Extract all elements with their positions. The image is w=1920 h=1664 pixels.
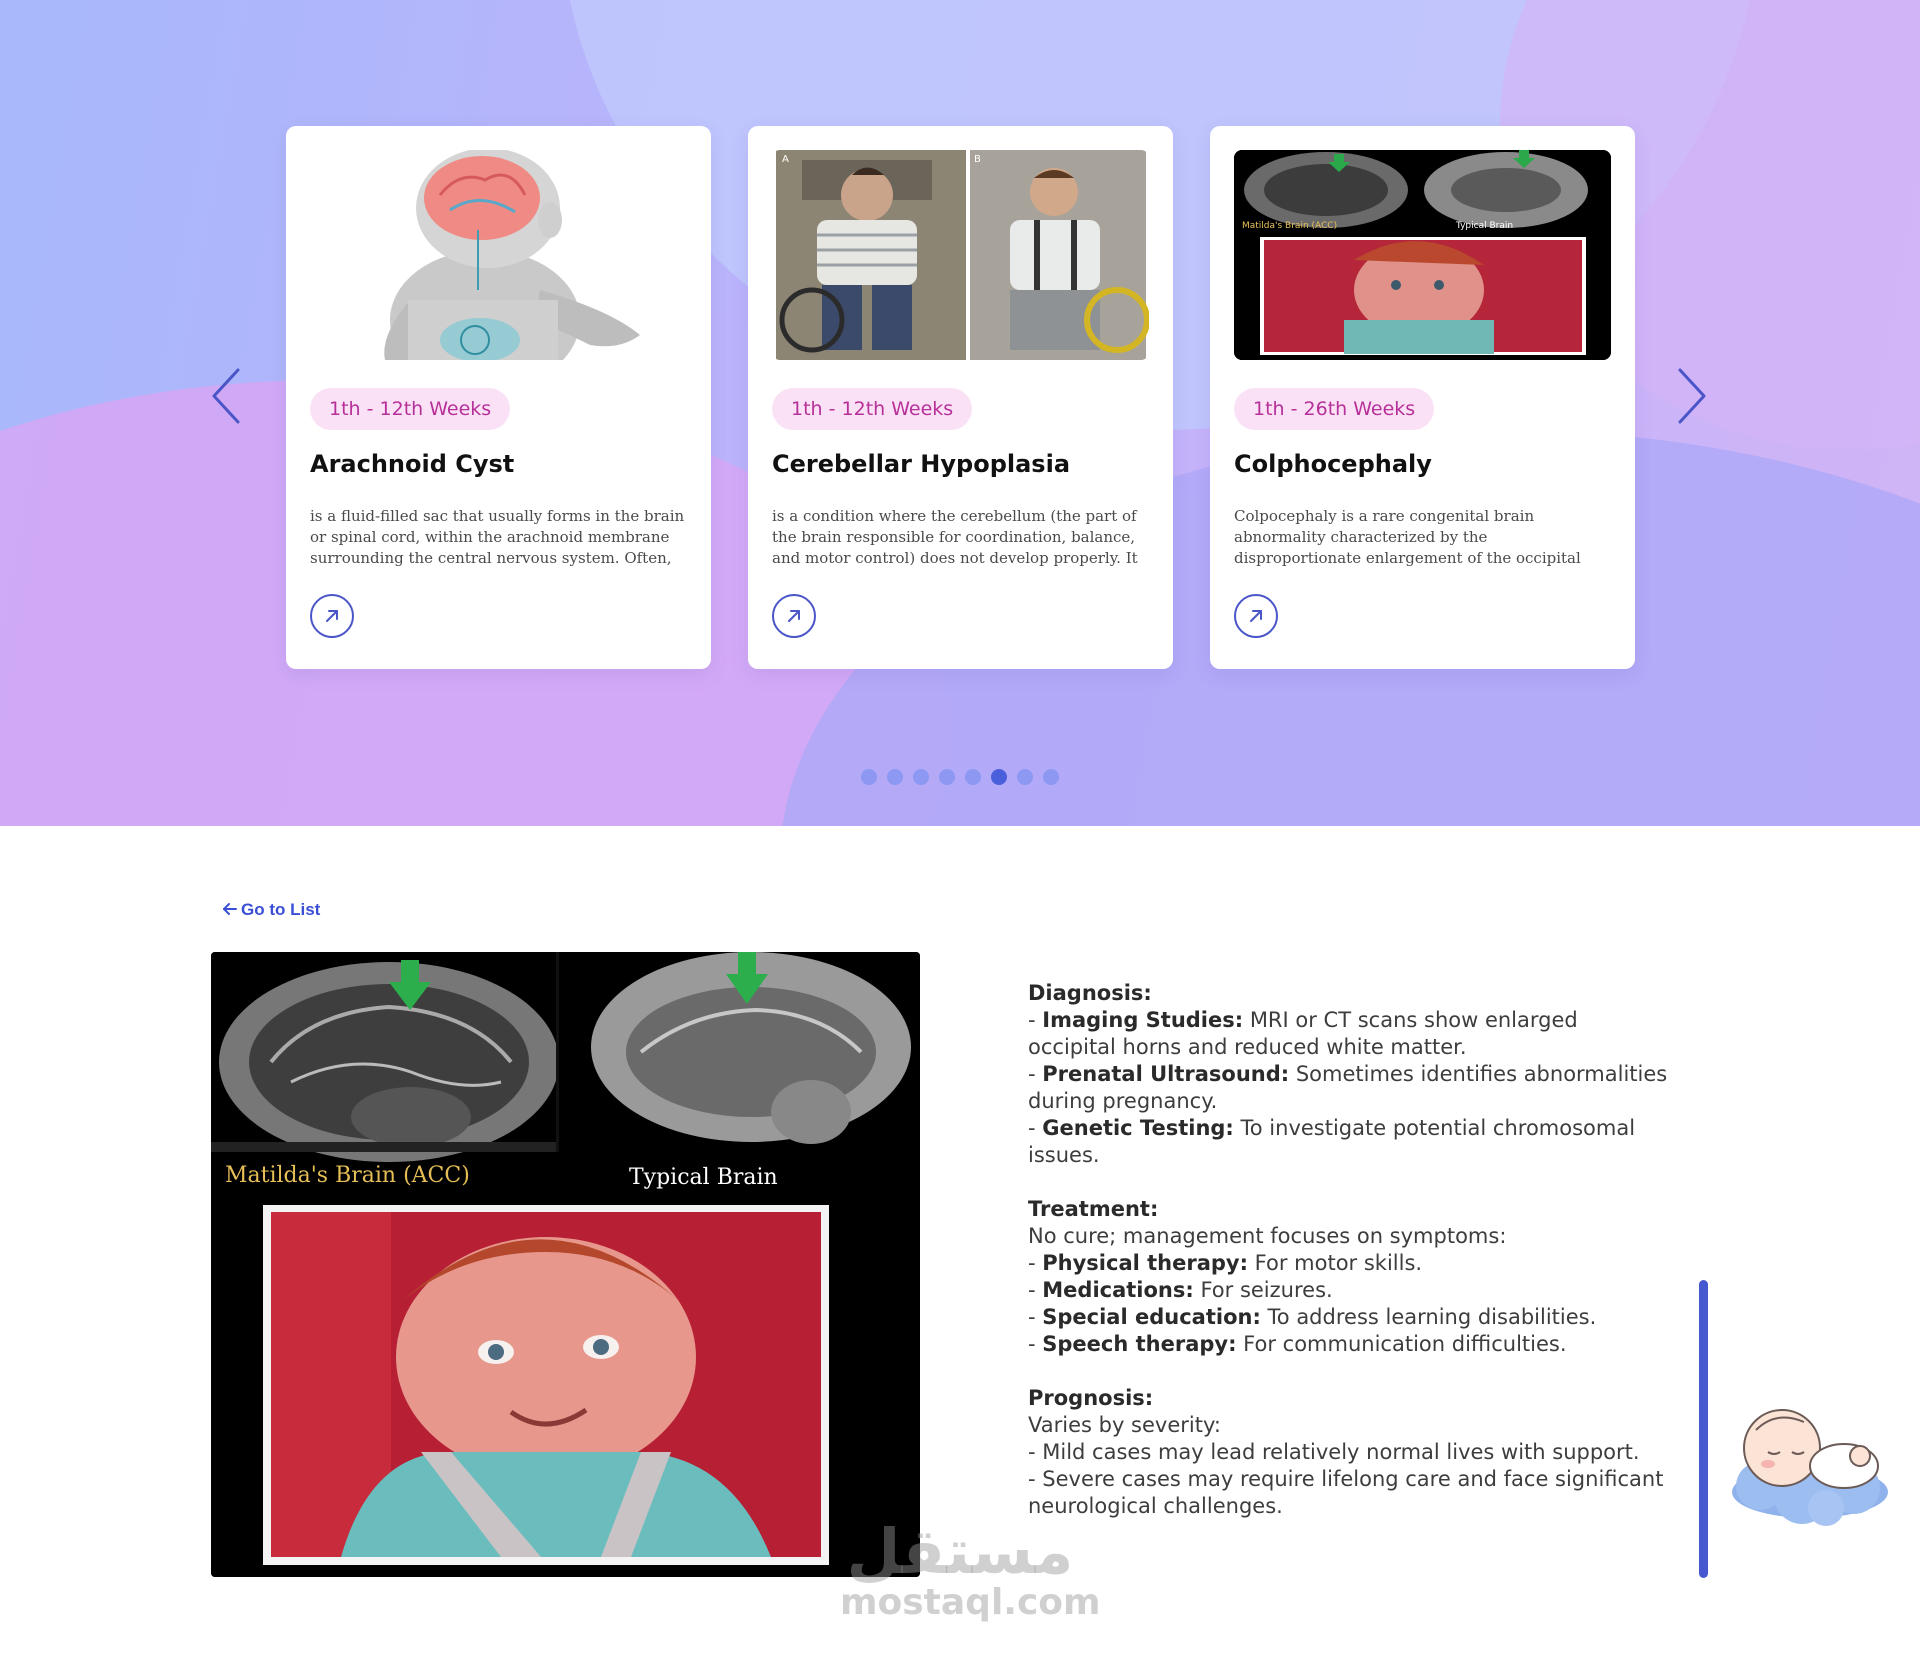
weeks-badge: 1th - 26th Weeks — [1234, 388, 1435, 430]
scan-label: Matilda's Brain (ACC) — [1242, 221, 1337, 231]
svg-text:B: B — [974, 154, 981, 165]
carousel-dot[interactable] — [991, 769, 1007, 785]
treatment-item: - Special education: To address learning… — [1028, 1305, 1597, 1329]
treatment-item: - Speech therapy: For communication diff… — [1028, 1332, 1567, 1356]
arrow-left-icon — [223, 903, 237, 915]
card-description: is a fluid-filled sac that usually forms… — [310, 507, 685, 572]
diagnosis-item: - Prenatal Ultrasound: Sometimes identif… — [1028, 1062, 1668, 1113]
treatment-item: - Physical therapy: For motor skills. — [1028, 1251, 1423, 1275]
condition-card[interactable]: 1th - 12th Weeks Arachnoid Cyst is a flu… — [286, 126, 711, 669]
carousel-dot[interactable] — [913, 769, 929, 785]
prognosis-heading: Prognosis: — [1028, 1386, 1154, 1410]
condition-card[interactable]: Matilda's Brain (ACC) Typical Brain 1th … — [1210, 126, 1635, 669]
open-card-button[interactable] — [1234, 594, 1278, 638]
treatment-intro: No cure; management focuses on symptoms: — [1028, 1224, 1507, 1248]
card-title: Cerebellar Hypoplasia — [772, 450, 1071, 478]
condition-detail-text: Diagnosis: - Imaging Studies: MRI or CT … — [1028, 980, 1668, 1547]
scrollbar-thumb[interactable] — [1699, 1280, 1708, 1578]
scan-label-left: Matilda's Brain (ACC) — [225, 1163, 470, 1188]
card-description: is a condition where the cerebellum (the… — [772, 507, 1138, 572]
card-title: Arachnoid Cyst — [310, 450, 515, 478]
diagnosis-item: - Genetic Testing: To investigate potent… — [1028, 1116, 1636, 1167]
carousel-dot[interactable] — [861, 769, 877, 785]
prognosis-item: - Severe cases may require lifelong care… — [1028, 1467, 1664, 1518]
card-image-baby-anatomy — [310, 150, 687, 360]
card-description: Colpocephaly is a rare congenital brain … — [1234, 507, 1581, 572]
diagnosis-item: - Imaging Studies: MRI or CT scans show … — [1028, 1008, 1578, 1059]
diagnosis-section: Diagnosis: - Imaging Studies: MRI or CT … — [1028, 980, 1668, 1169]
chevron-right-icon — [1678, 368, 1706, 424]
sleeping-baby-logo[interactable] — [1726, 1400, 1894, 1530]
treatment-heading: Treatment: — [1028, 1197, 1159, 1221]
chevron-left-icon — [212, 368, 240, 424]
diagnosis-heading: Diagnosis: — [1028, 981, 1152, 1005]
carousel-next-button[interactable] — [1674, 366, 1710, 426]
carousel-dot[interactable] — [939, 769, 955, 785]
carousel-dot[interactable] — [887, 769, 903, 785]
arrow-up-right-icon — [326, 610, 338, 622]
prognosis-section: Prognosis: Varies by severity: - Mild ca… — [1028, 1385, 1668, 1520]
carousel-prev-button[interactable] — [208, 366, 244, 426]
carousel-dot[interactable] — [965, 769, 981, 785]
condition-card[interactable]: A B 1th - 12th Weeks Cerebellar Hypoplas… — [748, 126, 1173, 669]
open-card-button[interactable] — [310, 594, 354, 638]
prognosis-item: - Mild cases may lead relatively normal … — [1028, 1440, 1640, 1464]
weeks-badge: 1th - 12th Weeks — [310, 388, 511, 430]
carousel-dot[interactable] — [1017, 769, 1033, 785]
carousel-dot[interactable] — [1043, 769, 1059, 785]
scan-label: Typical Brain — [1455, 221, 1513, 231]
go-to-list-link[interactable]: Go to List — [222, 900, 320, 920]
card-image-children-wheelchairs: A B — [772, 150, 1149, 360]
mostaql-watermark: مستقل mostaql.com — [840, 1515, 1101, 1623]
arrow-up-right-icon — [1250, 610, 1262, 622]
condition-detail-image: Matilda's Brain (ACC) Typical Brain — [211, 952, 920, 1577]
treatment-item: - Medications: For seizures. — [1028, 1278, 1333, 1302]
arrow-up-right-icon — [788, 610, 800, 622]
card-title: Colphocephaly — [1234, 450, 1432, 478]
prognosis-intro: Varies by severity: — [1028, 1413, 1221, 1437]
open-card-button[interactable] — [772, 594, 816, 638]
scan-label-right: Typical Brain — [629, 1165, 778, 1190]
go-to-list-label: Go to List — [241, 900, 321, 919]
card-image-brain-scan: Matilda's Brain (ACC) Typical Brain — [1234, 150, 1611, 360]
watermark-latin: mostaql.com — [840, 1582, 1101, 1623]
weeks-badge: 1th - 12th Weeks — [772, 388, 973, 430]
watermark-arabic: مستقل — [846, 1515, 1074, 1588]
hero-carousel-section: 1th - 12th Weeks Arachnoid Cyst is a flu… — [0, 0, 1920, 826]
svg-text:A: A — [782, 154, 789, 165]
treatment-section: Treatment: No cure; management focuses o… — [1028, 1196, 1668, 1358]
